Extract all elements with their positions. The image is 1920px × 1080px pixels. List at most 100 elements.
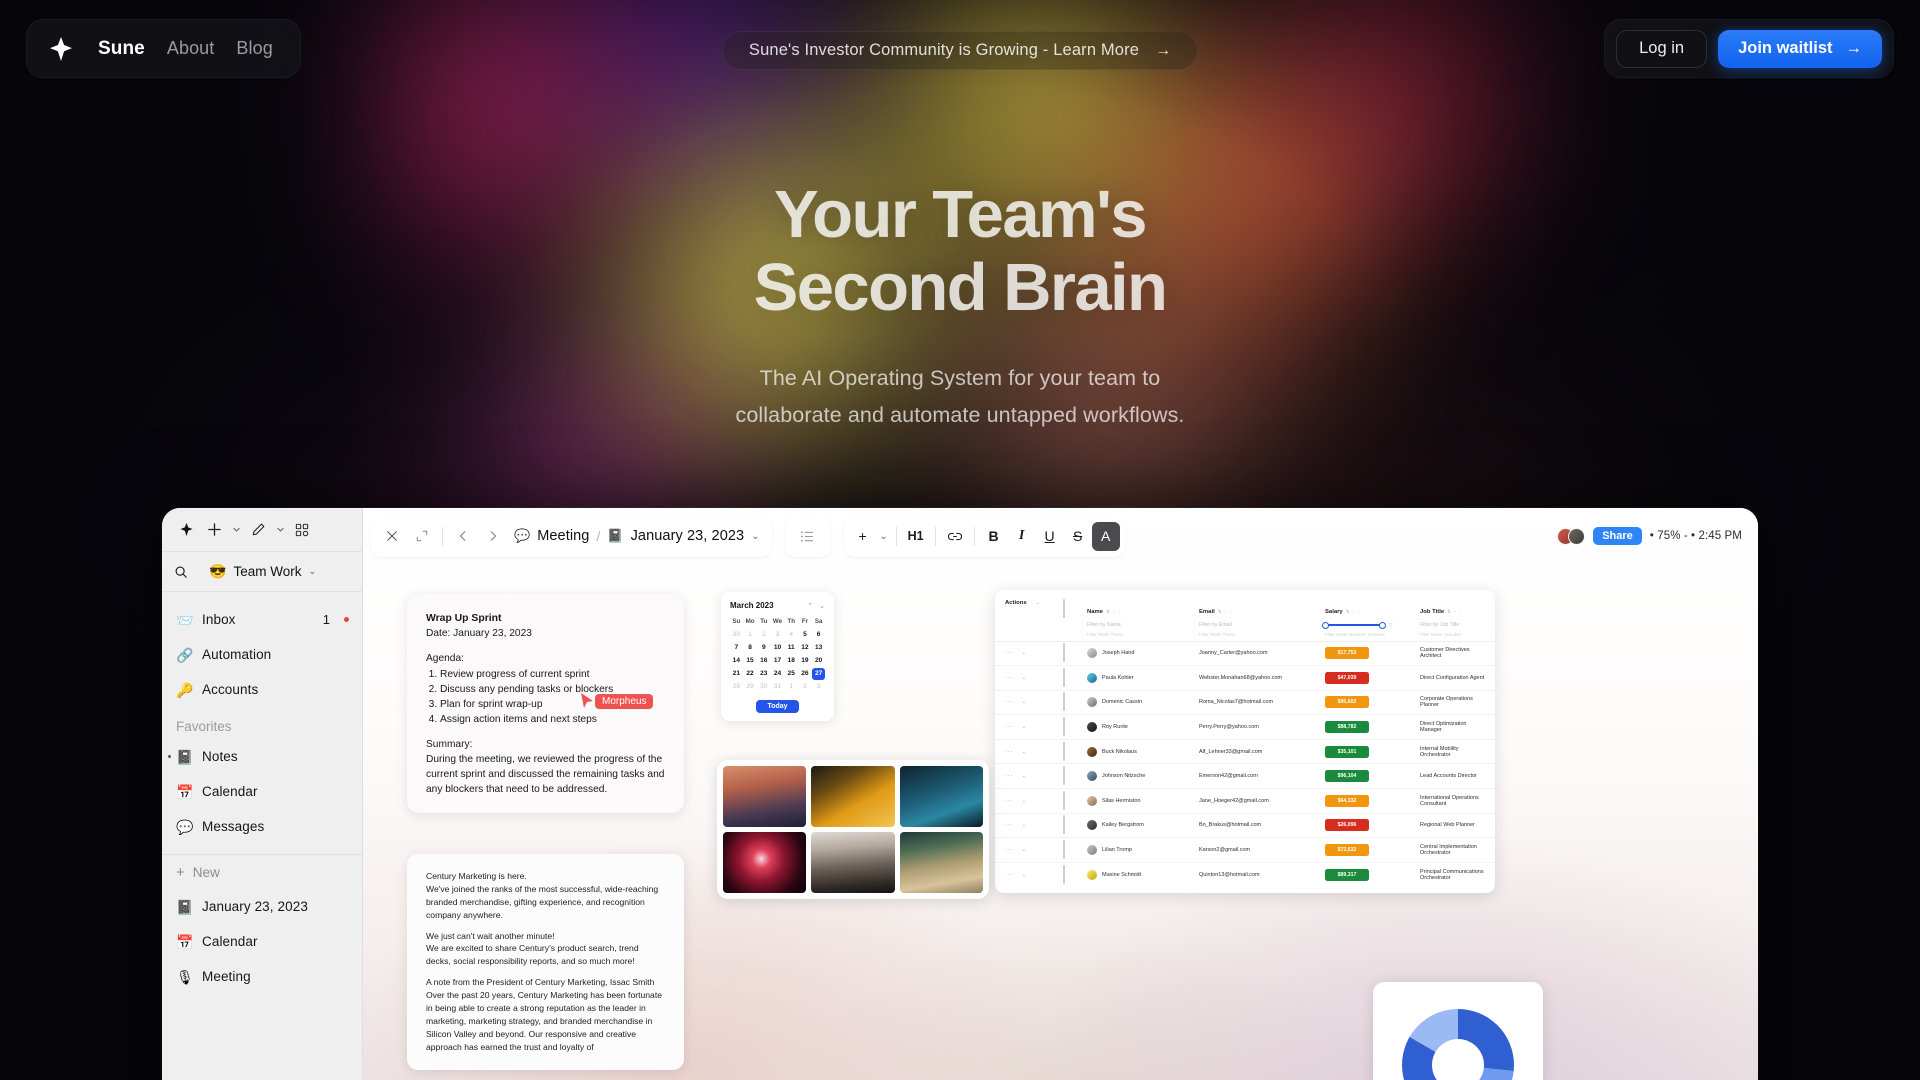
sidebar-item-calendar[interactable]: 📅 Calendar	[162, 774, 362, 809]
calendar-day[interactable]: 3	[771, 628, 784, 640]
sidebar-item-notes[interactable]: 📓 Notes	[162, 739, 362, 774]
row-menu-icon[interactable]: ···	[1005, 847, 1013, 853]
slider-knob-max[interactable]	[1379, 622, 1386, 629]
nav-link-blog[interactable]: Blog	[236, 38, 272, 59]
sidebar-item-automation[interactable]: 🔗 Automation	[162, 637, 362, 672]
join-waitlist-button[interactable]: Join waitlist →	[1718, 30, 1882, 68]
calendar-day[interactable]: 1	[785, 681, 798, 693]
row-checkbox[interactable]	[1063, 742, 1065, 761]
gallery-image[interactable]	[723, 766, 806, 827]
calendar-day[interactable]: 28	[730, 681, 743, 693]
row-checkbox[interactable]	[1063, 692, 1065, 711]
calendar-widget[interactable]: March 2023 ⌃ ⌄ SuMoTuWeThFrSa30123456789…	[721, 592, 834, 721]
breadcrumb[interactable]: 💬 Meeting / 📓 January 23, 2023 ⌄	[508, 528, 766, 544]
sidebar-page-calendar[interactable]: 📅 Calendar	[162, 924, 362, 959]
table-row[interactable]: ···⌄Paula KohlerWebster.Monahan68@yahoo.…	[995, 666, 1495, 691]
gallery-image[interactable]	[723, 832, 806, 893]
photo-gallery-card[interactable]	[717, 760, 989, 899]
row-expand-icon[interactable]: ⌄	[1022, 872, 1026, 878]
sune-logo-icon[interactable]	[46, 34, 76, 64]
chevron-down-icon[interactable]	[228, 517, 244, 543]
login-button[interactable]: Log in	[1616, 30, 1707, 68]
chevron-down-icon[interactable]: ⌄	[819, 602, 825, 610]
calendar-day[interactable]: 24	[771, 668, 784, 680]
note-card-wrap-up-sprint[interactable]: Wrap Up Sprint Date: January 23, 2023 Ag…	[407, 594, 684, 813]
expand-icon[interactable]	[407, 521, 437, 551]
calendar-day[interactable]: 21	[730, 668, 743, 680]
calendar-day[interactable]: 17	[771, 654, 784, 666]
heading1-button[interactable]: H1	[902, 522, 930, 551]
calendar-day[interactable]: 31	[771, 681, 784, 693]
collapse-all-icon[interactable]: ⌄	[1036, 600, 1040, 606]
add-icon[interactable]	[200, 516, 228, 544]
calendar-day[interactable]: 22	[744, 668, 757, 680]
table-row[interactable]: ···⌄Kailey BergstromBo_Brakus@hotmail.co…	[995, 814, 1495, 839]
calendar-day[interactable]: 2	[757, 628, 770, 640]
table-row[interactable]: ···⌄Maxine SchmidtQuinton13@hotmail.com$…	[995, 863, 1495, 888]
table-row[interactable]: ···⌄Buck NikolausAlf_Lehner33@gmail.com$…	[995, 740, 1495, 765]
row-menu-icon[interactable]: ···	[1005, 699, 1013, 705]
link-button[interactable]	[941, 522, 969, 551]
column-filter-input[interactable]: Filter by Job Title	[1420, 622, 1485, 628]
underline-button[interactable]: U	[1036, 522, 1064, 551]
table-row[interactable]: ···⌄Lilian TrompKarson2@gmail.com$72,632…	[995, 838, 1495, 863]
calendar-day[interactable]: 14	[730, 654, 743, 666]
calendar-day[interactable]: 26	[799, 668, 812, 680]
list-view-icon[interactable]	[793, 521, 823, 551]
calendar-day[interactable]: 11	[785, 641, 798, 653]
table-row[interactable]: ···⌄Silas HermistonJane_Hoeger42@gmail.c…	[995, 789, 1495, 814]
row-menu-icon[interactable]: ···	[1005, 773, 1013, 779]
row-menu-icon[interactable]: ···	[1005, 650, 1013, 656]
calendar-day[interactable]: 19	[799, 654, 812, 666]
sidebar-page-january-23-2023[interactable]: 📓 January 23, 2023	[162, 889, 362, 924]
row-expand-icon[interactable]: ⌄	[1022, 822, 1026, 828]
calendar-day[interactable]: 13	[812, 641, 825, 653]
row-checkbox[interactable]	[1063, 791, 1065, 810]
donut-chart-card[interactable]	[1373, 982, 1543, 1080]
bold-button[interactable]: B	[980, 522, 1008, 551]
slider-knob-min[interactable]	[1322, 622, 1329, 629]
chevron-down-icon[interactable]	[272, 517, 288, 543]
table-row[interactable]: ···⌄Domenic CassinRoma_Nicolas7@hotmail.…	[995, 691, 1495, 716]
row-menu-icon[interactable]: ···	[1005, 724, 1013, 730]
row-menu-icon[interactable]: ···	[1005, 798, 1013, 804]
text-color-button[interactable]: A	[1092, 522, 1120, 551]
sidebar-page-meeting[interactable]: 🎙 Meeting	[162, 959, 362, 994]
calendar-today-button[interactable]: Today	[756, 700, 798, 713]
row-expand-icon[interactable]: ⌄	[1022, 699, 1026, 705]
calendar-day[interactable]: 10	[771, 641, 784, 653]
chevron-left-icon[interactable]	[448, 521, 478, 551]
row-menu-icon[interactable]: ···	[1005, 872, 1013, 878]
row-checkbox[interactable]	[1063, 668, 1065, 687]
select-all-checkbox[interactable]	[1063, 599, 1065, 618]
calendar-day[interactable]: 30	[757, 681, 770, 693]
table-row[interactable]: ···⌄Joseph HandJoanny_Carter@yahoo.com$1…	[995, 642, 1495, 667]
calendar-day[interactable]: 7	[730, 641, 743, 653]
gallery-image[interactable]	[900, 832, 983, 893]
calendar-day[interactable]: 15	[744, 654, 757, 666]
strikethrough-button[interactable]: S	[1064, 522, 1092, 551]
calendar-day[interactable]: 23	[757, 668, 770, 680]
grid-apps-icon[interactable]	[288, 516, 316, 544]
sidebar-item-inbox[interactable]: 📨 Inbox 1	[162, 602, 362, 637]
sidebar-item-messages[interactable]: 💬 Messages	[162, 809, 362, 844]
calendar-day[interactable]: 1	[744, 628, 757, 640]
row-menu-icon[interactable]: ···	[1005, 749, 1013, 755]
row-expand-icon[interactable]: ⌄	[1022, 798, 1026, 804]
calendar-day[interactable]: 3	[812, 681, 825, 693]
workspace-switcher[interactable]: 😎 Team Work ⌄	[209, 563, 316, 580]
row-checkbox[interactable]	[1063, 865, 1065, 884]
sort-icon[interactable]: ⇅ ⋯ ⋮	[1346, 609, 1362, 614]
employee-data-table[interactable]: Actions ⌄ Name⇅ ⋯ ⋮ Filter by Name Filte…	[995, 590, 1495, 893]
insert-chevron-icon[interactable]: ⌄	[877, 522, 891, 551]
nav-link-about[interactable]: About	[167, 38, 215, 59]
calendar-day[interactable]: 29	[744, 681, 757, 693]
insert-block-button[interactable]: +	[849, 522, 877, 551]
calendar-day[interactable]: 30	[730, 628, 743, 640]
calendar-day[interactable]: 12	[799, 641, 812, 653]
row-expand-icon[interactable]: ⌄	[1022, 650, 1026, 656]
chevron-up-icon[interactable]: ⌃	[807, 602, 813, 610]
sidebar-item-accounts[interactable]: 🔑 Accounts	[162, 672, 362, 707]
close-x-icon[interactable]	[377, 521, 407, 551]
row-checkbox[interactable]	[1063, 717, 1065, 736]
